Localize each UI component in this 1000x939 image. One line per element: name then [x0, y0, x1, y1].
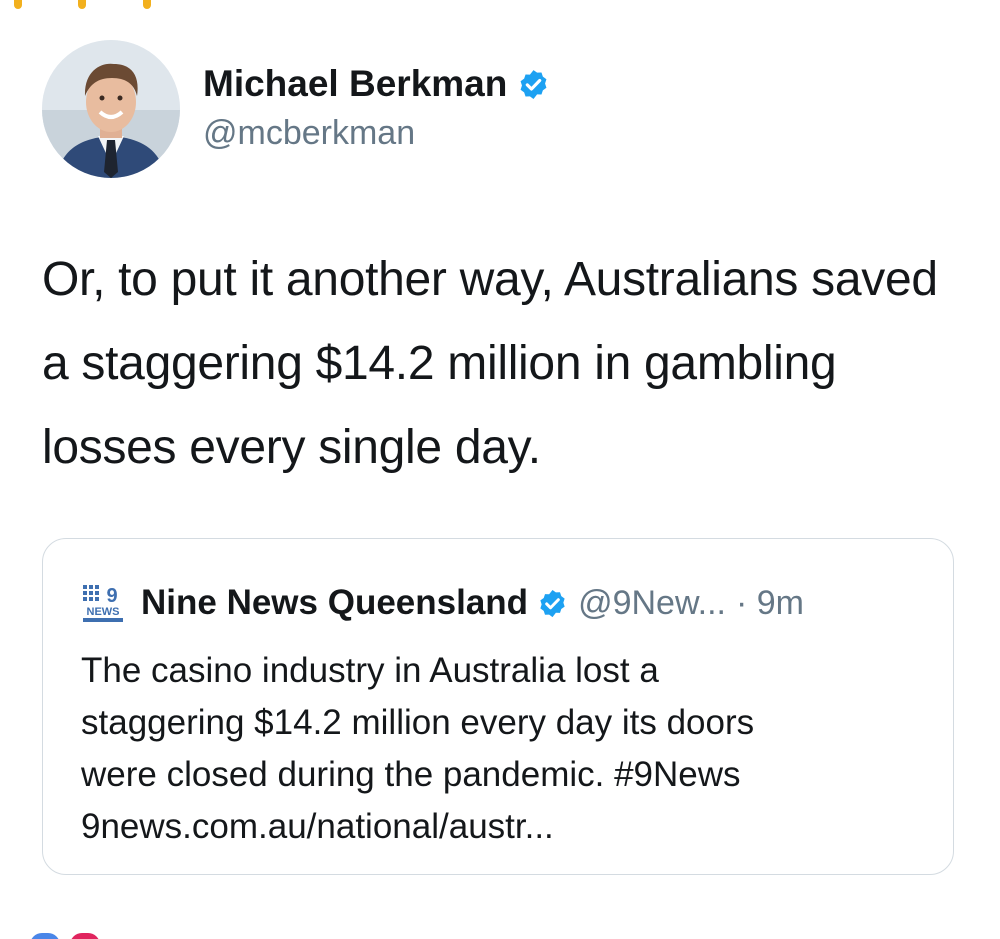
author-display-name[interactable]: Michael Berkman: [203, 62, 507, 106]
verified-badge-icon: [537, 588, 568, 619]
quoted-tweet-card[interactable]: 9 NEWS Nine News Queensland @9New... · 9…: [42, 538, 954, 875]
emoji-fragment: [143, 0, 151, 9]
quoted-tweet-text: The casino industry in Australia lost a …: [81, 645, 931, 853]
svg-text:NEWS: NEWS: [87, 606, 120, 618]
tweet-screenshot: Michael Berkman @mcberkman Or, to put it…: [0, 0, 1000, 939]
quoted-tweet-line: staggering $14.2 million every day its d…: [81, 703, 755, 742]
quoted-tweet-link[interactable]: 9news.com.au/national/austr...: [81, 801, 931, 853]
author-avatar[interactable]: [42, 40, 180, 178]
author-name-row: Michael Berkman: [203, 62, 550, 106]
reaction-icon[interactable]: [70, 933, 100, 939]
author-handle[interactable]: @mcberkman: [203, 112, 415, 154]
emoji-fragment: [78, 0, 86, 9]
quoted-tweet-line: The casino industry in Australia lost a: [81, 651, 659, 690]
tweet-text: Or, to put it another way, Australians s…: [42, 253, 938, 474]
quoted-author-handle[interactable]: @9New...: [578, 583, 726, 623]
reaction-icon[interactable]: [30, 933, 60, 939]
verified-badge-icon: [517, 68, 550, 101]
nine-news-logo-icon[interactable]: 9 NEWS: [81, 581, 125, 625]
quoted-tweet-line: were closed during the pandemic. #9News: [81, 755, 741, 794]
svg-text:9: 9: [106, 585, 117, 607]
quoted-author-display-name[interactable]: Nine News Queensland: [141, 583, 528, 623]
quoted-tweet-timestamp[interactable]: · 9m: [736, 583, 804, 623]
emoji-fragment: [14, 0, 22, 9]
quoted-tweet-header: 9 NEWS Nine News Queensland @9New... · 9…: [81, 581, 804, 625]
